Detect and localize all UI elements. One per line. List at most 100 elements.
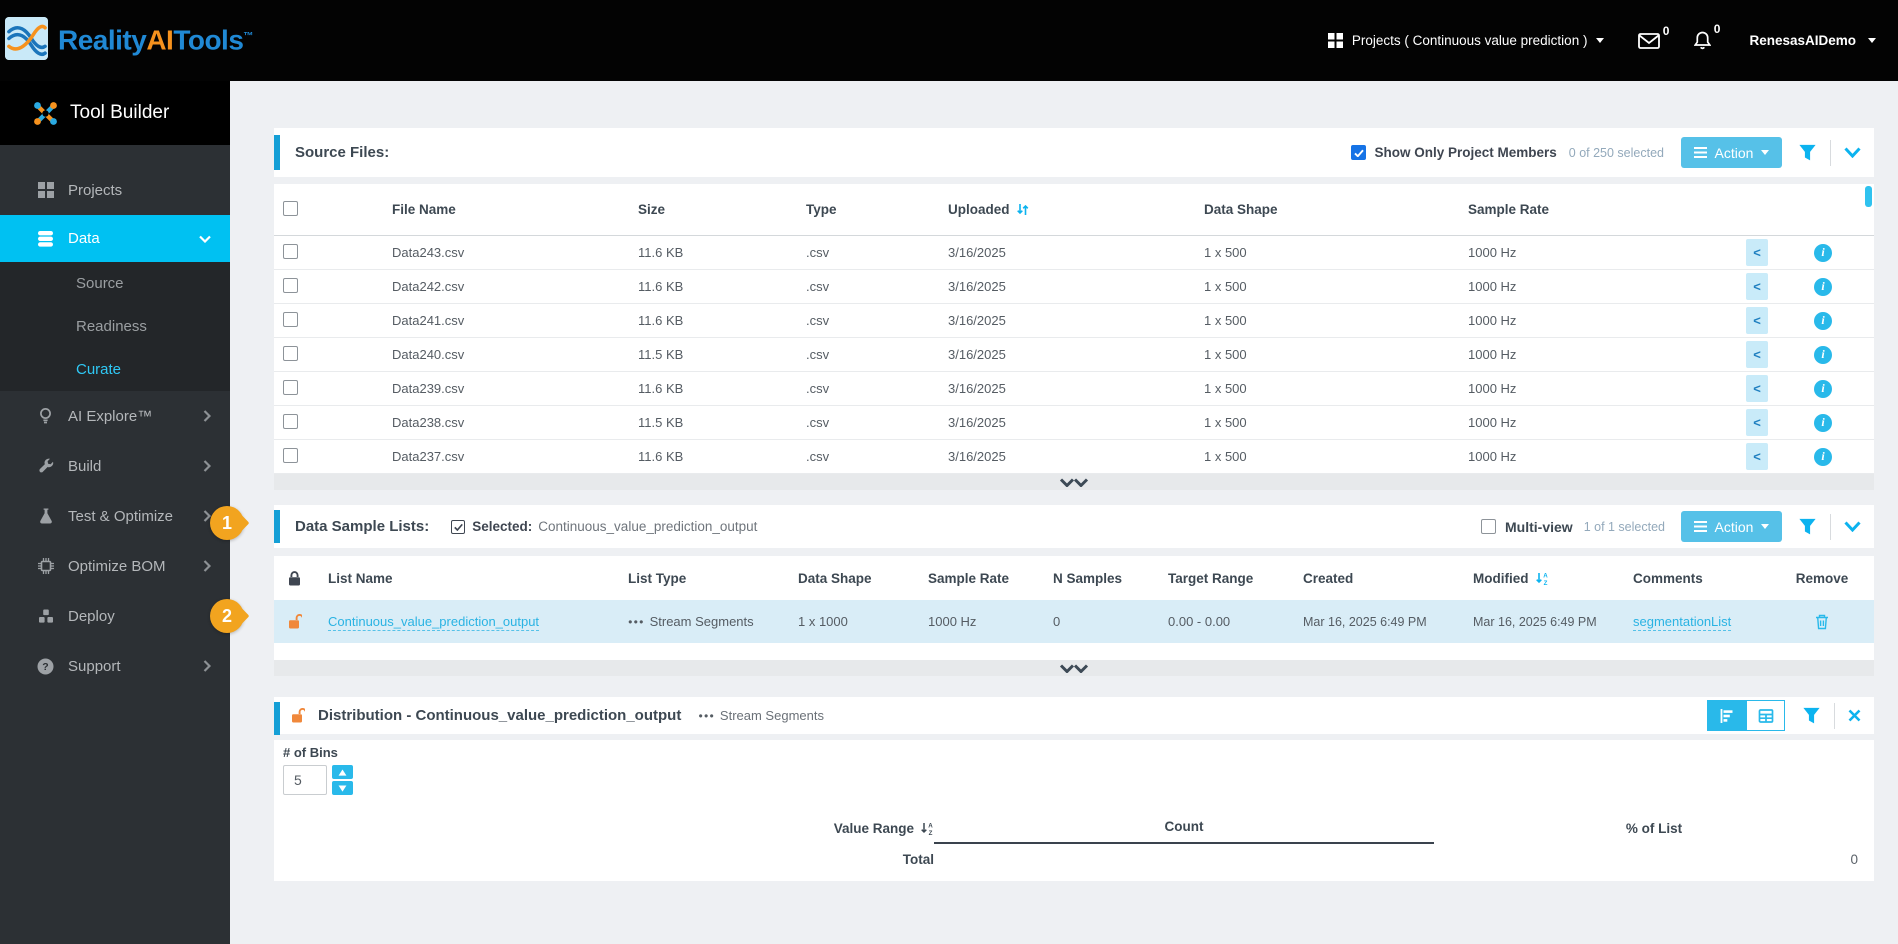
notifications-button[interactable]: 0 [1694, 22, 1720, 50]
row-collapse-button[interactable]: < [1746, 307, 1768, 334]
info-icon[interactable]: i [1814, 413, 1832, 432]
row-checkbox[interactable] [283, 311, 298, 327]
select-all-checkbox[interactable] [283, 200, 298, 216]
bins-increment-button[interactable] [332, 765, 353, 779]
chevron-down-icon [199, 235, 211, 243]
chevron-down-icon [1868, 38, 1876, 43]
file-name-cell: Data239.csv [392, 381, 465, 396]
selected-list-indicator: Selected: Continuous_value_prediction_ou… [451, 519, 757, 534]
column-list-type[interactable]: List Type [620, 571, 790, 586]
row-collapse-button[interactable]: < [1746, 375, 1768, 402]
sidebar-item-ai-explore[interactable]: AI Explore™ [0, 391, 230, 441]
type-cell: .csv [806, 245, 830, 260]
delete-list-button[interactable] [1815, 614, 1829, 630]
sample-rate-cell: 1000 Hz [1468, 449, 1517, 464]
sidebar-item-deploy[interactable]: Deploy [0, 591, 230, 641]
row-collapse-button[interactable]: < [1746, 239, 1768, 266]
unlocked-icon[interactable] [274, 614, 320, 629]
sample-list-row-selected: Continuous_value_prediction_output ●●● St… [274, 600, 1874, 643]
comments-link[interactable]: segmentationList [1633, 614, 1732, 631]
chevron-right-icon [203, 660, 211, 672]
sidebar-item-test-optimize[interactable]: Test & Optimize [0, 491, 230, 541]
chevron-down-icon [1761, 150, 1770, 155]
column-percent-of-list[interactable]: % of List [1434, 821, 1874, 836]
source-file-row: Data240.csv 11.5 KB .csv 3/16/2025 1 x 5… [274, 338, 1874, 372]
projects-menu[interactable]: Projects ( Continuous value prediction ) [1327, 33, 1605, 48]
info-icon[interactable]: i [1814, 243, 1832, 262]
uploaded-cell: 3/16/2025 [948, 347, 1006, 362]
tool-builder-header: Tool Builder [0, 81, 230, 145]
sample-lists-action-button[interactable]: Action [1681, 511, 1782, 542]
messages-button[interactable]: 0 [1638, 24, 1669, 49]
double-chevron-down-icon [1059, 477, 1089, 487]
notifications-count: 0 [1713, 22, 1721, 36]
info-icon[interactable]: i [1814, 277, 1832, 296]
row-collapse-button[interactable]: < [1746, 341, 1768, 368]
stream-segments-icon: ●●● [698, 711, 715, 720]
bins-decrement-button[interactable] [332, 781, 353, 795]
show-only-project-members-checkbox[interactable] [1351, 145, 1367, 160]
row-checkbox[interactable] [283, 277, 298, 293]
column-n-samples[interactable]: N Samples [1045, 571, 1160, 586]
sidebar-item-optimize-bom[interactable]: Optimize BOM [0, 541, 230, 591]
sidebar-item-build[interactable]: Build [0, 441, 230, 491]
panel-accent-bar [274, 135, 280, 170]
filter-funnel-icon [1803, 707, 1820, 723]
table-view-toggle[interactable] [1746, 700, 1785, 731]
source-files-collapse-button[interactable] [1844, 147, 1861, 158]
row-checkbox[interactable] [283, 413, 298, 429]
flask-icon [36, 508, 55, 524]
column-type[interactable]: Type [798, 202, 940, 217]
sample-lists-collapse-button[interactable] [1844, 521, 1861, 532]
column-list-name[interactable]: List Name [320, 571, 620, 586]
row-checkbox[interactable] [283, 345, 298, 361]
chart-view-toggle[interactable] [1707, 700, 1746, 731]
unlocked-icon[interactable] [291, 708, 305, 723]
sidebar-item-data[interactable]: Data [0, 215, 230, 262]
list-name-link[interactable]: Continuous_value_prediction_output [328, 614, 540, 631]
source-files-action-button[interactable]: Action [1681, 137, 1782, 168]
source-files-filter-button[interactable] [1798, 144, 1817, 162]
row-collapse-button[interactable]: < [1746, 273, 1768, 300]
table-scrollbar[interactable] [1865, 186, 1872, 207]
sidebar-item-curate[interactable]: Curate [0, 348, 230, 391]
distribution-close-button[interactable] [1848, 709, 1861, 722]
column-data-shape[interactable]: Data Shape [1196, 202, 1460, 217]
column-file-name[interactable]: File Name [384, 202, 630, 217]
uploaded-cell: 3/16/2025 [948, 279, 1006, 294]
hamburger-icon [1693, 147, 1707, 158]
column-sample-rate[interactable]: Sample Rate [1460, 202, 1735, 217]
column-created[interactable]: Created [1295, 571, 1465, 586]
brand-logo[interactable]: RealityAITools™ [5, 15, 253, 61]
row-collapse-button[interactable]: < [1746, 443, 1768, 470]
sidebar-item-support[interactable]: ? Support [0, 641, 230, 691]
source-files-expander[interactable] [274, 474, 1874, 490]
info-icon[interactable]: i [1814, 447, 1832, 466]
column-value-range[interactable]: Value Range AZ [274, 821, 934, 836]
multi-view-checkbox[interactable] [1481, 519, 1497, 534]
column-modified[interactable]: Modified AZ [1465, 571, 1625, 586]
sidebar-item-readiness[interactable]: Readiness [0, 305, 230, 348]
column-size[interactable]: Size [630, 202, 798, 217]
info-icon[interactable]: i [1814, 379, 1832, 398]
hamburger-icon [1693, 521, 1707, 532]
row-collapse-button[interactable]: < [1746, 409, 1768, 436]
info-icon[interactable]: i [1814, 311, 1832, 330]
bins-input[interactable] [283, 765, 327, 795]
row-checkbox[interactable] [283, 243, 298, 259]
sample-lists-expander[interactable] [274, 660, 1874, 676]
info-icon[interactable]: i [1814, 345, 1832, 364]
row-checkbox[interactable] [283, 447, 298, 463]
distribution-filter-button[interactable] [1802, 707, 1821, 725]
column-count[interactable]: Count [934, 812, 1434, 844]
sample-lists-filter-button[interactable] [1798, 518, 1817, 536]
column-data-shape[interactable]: Data Shape [790, 571, 920, 586]
column-sample-rate[interactable]: Sample Rate [920, 571, 1045, 586]
sidebar-item-projects[interactable]: Projects [0, 165, 230, 215]
sidebar-item-source[interactable]: Source [0, 262, 230, 305]
column-uploaded[interactable]: Uploaded [940, 202, 1196, 217]
column-comments[interactable]: Comments [1625, 571, 1770, 586]
column-target-range[interactable]: Target Range [1160, 571, 1295, 586]
row-checkbox[interactable] [283, 379, 298, 395]
user-menu[interactable]: RenesasAIDemo [1749, 33, 1876, 48]
